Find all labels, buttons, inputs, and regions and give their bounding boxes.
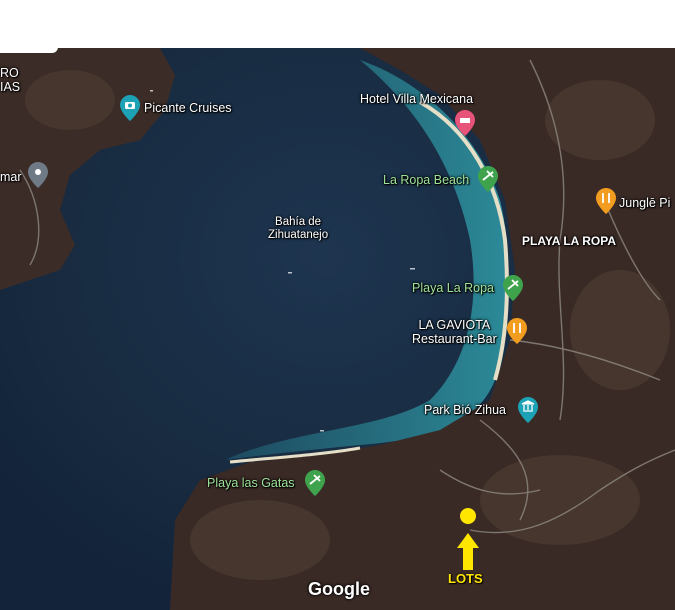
- place-label-mar[interactable]: mar: [0, 170, 22, 184]
- edge-label-top: RO: [0, 66, 19, 80]
- hotel-pin-icon[interactable]: [455, 110, 475, 136]
- place-label-la-gaviota-line2: Restaurant-Bar: [412, 332, 497, 346]
- museum-pin-icon[interactable]: [518, 397, 538, 423]
- place-label-picante-cruises[interactable]: Picante Cruises: [144, 101, 232, 115]
- lots-dot: [460, 508, 476, 524]
- place-label-la-ropa-beach[interactable]: La Ropa Beach: [383, 173, 469, 187]
- top-white-bar: [0, 0, 675, 48]
- place-label-hotel-villa-mexicana[interactable]: Hotel Villa Mexicana: [360, 92, 473, 106]
- edge-label-bottom: IAS: [0, 80, 21, 94]
- beach-pin-icon[interactable]: [478, 166, 498, 192]
- camera-pin-icon[interactable]: [120, 95, 140, 121]
- google-logo: Google: [308, 579, 370, 599]
- restaurant-pin-icon[interactable]: [507, 318, 527, 344]
- lots-label: LOTS: [448, 571, 483, 586]
- location-pin-icon[interactable]: [28, 162, 48, 188]
- place-label-park-bio-zihua[interactable]: Park Bió Zihua: [424, 403, 506, 417]
- place-label-la-gaviota-line1: LA GAVIOTA: [418, 318, 491, 332]
- bay-label: Bahía de Zihuatanejo: [268, 216, 328, 242]
- place-label-playa-la-ropa[interactable]: Playa La Ropa: [412, 281, 494, 295]
- beach-pin-icon[interactable]: [503, 275, 523, 301]
- satellite-map[interactable]: [0, 0, 675, 610]
- restaurant-pin-icon[interactable]: [596, 188, 616, 214]
- place-label-jungle[interactable]: Junglē Pi: [619, 196, 670, 210]
- place-label-playa-las-gatas[interactable]: Playa las Gatas: [207, 476, 295, 490]
- bay-label-line2: Zihuatanejo: [268, 229, 329, 241]
- place-label-la-gaviota[interactable]: LA GAVIOTA Restaurant-Bar: [412, 318, 497, 346]
- bay-label-line1: Bahía de: [275, 216, 322, 228]
- neighborhood-label: PLAYA LA ROPA: [522, 234, 617, 248]
- beach-pin-icon[interactable]: [305, 470, 325, 496]
- top-white-tab: [0, 0, 58, 53]
